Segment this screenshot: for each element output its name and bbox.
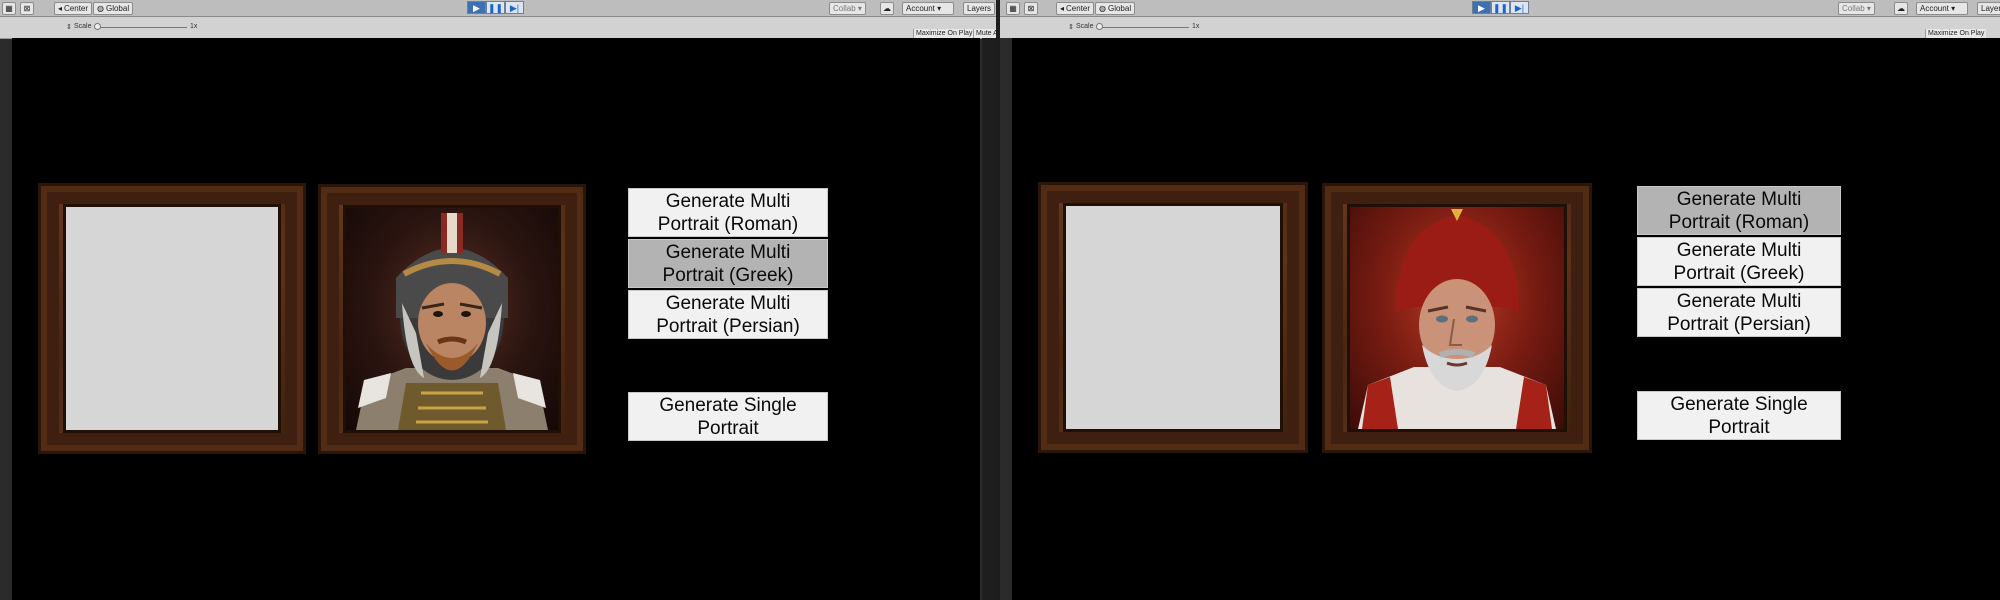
space-toggle[interactable]: ◍ Global [93,2,134,15]
step-button[interactable]: ▶| [505,1,524,14]
empty-portrait-frame [1038,182,1308,453]
red-cap-man-portrait [1358,209,1556,429]
cloud-button[interactable]: ☁ [880,2,894,15]
scale-label: Scale [1076,23,1094,30]
collab-button[interactable]: Collab ▾ [829,2,866,15]
pivot-toggle[interactable]: ◂ Center [54,2,93,15]
portrait-frame [318,184,586,454]
scale-value: 1x [190,23,198,30]
pause-button[interactable]: ❚❚ [486,1,505,14]
game-viewport: Generate Multi Portrait (Roman) Generate… [12,38,980,600]
left-edge-bar [1000,38,1012,600]
game-viewport: Generate Multi Portrait (Roman) Generate… [1012,38,2000,600]
globe-icon: ◍ [1099,4,1106,13]
account-button[interactable]: Account ▾ [902,2,954,15]
game-window-right: ▦ ⊠ ◂ Center ◍ Global ▶ ❚❚ ▶| Collab ▾ ☁ A… [1000,0,2000,600]
scale-label: Scale [74,23,92,30]
collab-button[interactable]: Collab ▾ [1838,2,1875,15]
display-dropdown[interactable]: ⇕ [66,23,72,31]
right-edge-scrollbar[interactable] [982,38,996,600]
mute-audio-toggle[interactable]: Mute A [973,29,996,38]
rect-tool-icon: ⊠ [1027,4,1035,13]
blank-canvas [63,204,281,433]
generate-multi-persian-button[interactable]: Generate Multi Portrait (Persian) [628,290,828,339]
layers-button[interactable]: Layers [1977,2,2000,15]
rect-tool-icon: ⊠ [23,4,31,13]
generate-multi-roman-button[interactable]: Generate Multi Portrait (Roman) [628,188,828,237]
pivot-icon: ◂ [1060,4,1065,13]
generate-multi-roman-button[interactable]: Generate Multi Portrait (Roman) [1637,186,1841,235]
empty-portrait-frame [38,183,306,454]
playback-controls: ▶ ❚❚ ▶| [1472,1,1529,14]
maximize-on-play-toggle[interactable]: Maximize On Play [1925,29,1987,38]
cloud-icon: ☁ [1897,4,1905,13]
scale-slider-handle[interactable] [94,23,101,30]
game-window-left: ▦ ⊠ ◂ Center ◍ Global ▶ ❚❚ ▶| Collab ▾ ☁ A… [0,0,996,600]
blank-canvas [1063,203,1283,432]
layers-button[interactable]: Layers [963,2,996,15]
pivot-icon: ◂ [58,4,63,13]
portrait-frame [1322,183,1592,453]
rect-tool-button[interactable]: ⊠ [1024,2,1038,15]
step-button[interactable]: ▶| [1510,1,1529,14]
editor-toolbar: ▦ ⊠ ◂ Center ◍ Global ▶ ❚❚ ▶| Collab ▾ ☁ A… [0,0,996,17]
generate-single-portrait-button[interactable]: Generate Single Portrait [628,392,828,441]
space-toggle[interactable]: ◍ Global [1095,2,1136,15]
step-icon: ▶| [509,3,520,13]
scale-slider-handle[interactable] [1096,23,1103,30]
hand-icon: ▦ [1009,4,1017,13]
pause-icon: ❚❚ [1492,3,1509,13]
play-button[interactable]: ▶ [1472,1,1491,14]
pivot-toggle[interactable]: ◂ Center [1056,2,1095,15]
playback-controls: ▶ ❚❚ ▶| [467,1,524,14]
pause-button[interactable]: ❚❚ [1491,1,1510,14]
play-button[interactable]: ▶ [467,1,486,14]
globe-icon: ◍ [97,4,104,13]
cloud-button[interactable]: ☁ [1894,2,1908,15]
generate-multi-greek-button[interactable]: Generate Multi Portrait (Greek) [628,239,828,288]
hand-tool-button[interactable]: ▦ [1006,2,1020,15]
display-dropdown[interactable]: ⇕ [1068,23,1074,31]
step-icon: ▶| [1514,3,1525,13]
roman-soldier-portrait [356,213,548,430]
maximize-on-play-toggle[interactable]: Maximize On Play [913,29,975,38]
hand-tool-button[interactable]: ▦ [2,2,16,15]
rect-tool-button[interactable]: ⊠ [20,2,34,15]
scale-value: 1x [1192,23,1200,30]
scale-slider-track[interactable] [97,27,187,28]
play-icon: ▶ [1478,3,1485,13]
generate-single-portrait-button[interactable]: Generate Single Portrait [1637,391,1841,440]
account-button[interactable]: Account ▾ [1916,2,1968,15]
cloud-icon: ☁ [883,4,891,13]
game-view-toolbar: ⇕ Scale 1x [0,17,996,39]
hand-icon: ▦ [5,4,13,13]
portrait-image [343,205,561,433]
game-view-toolbar: ⇕ Scale 1x [1000,17,2000,39]
scale-slider-track[interactable] [1099,27,1189,28]
editor-toolbar: ▦ ⊠ ◂ Center ◍ Global ▶ ❚❚ ▶| Collab ▾ ☁ A… [1000,0,2000,17]
generate-multi-greek-button[interactable]: Generate Multi Portrait (Greek) [1637,237,1841,286]
portrait-image [1347,204,1567,432]
generate-multi-persian-button[interactable]: Generate Multi Portrait (Persian) [1637,288,1841,337]
play-icon: ▶ [473,3,480,13]
pause-icon: ❚❚ [487,3,504,13]
